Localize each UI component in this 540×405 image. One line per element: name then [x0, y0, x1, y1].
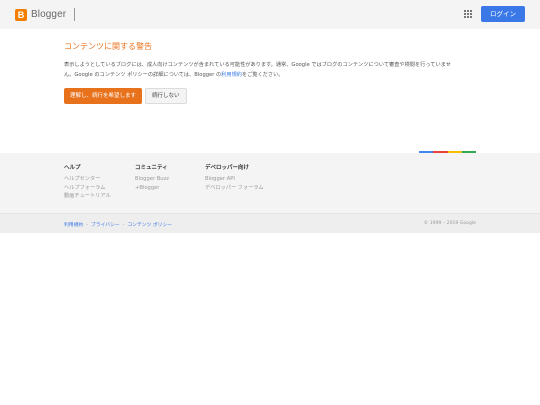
- footer-link-blogger-api[interactable]: Blogger API: [205, 175, 267, 184]
- footer-bottom-links: 利用規約 - プライバシー - コンテンツ ポリシー: [64, 223, 173, 228]
- blogger-logo[interactable]: B Blogger: [15, 8, 66, 21]
- footer-heading-community: コミュニティ: [135, 165, 168, 171]
- copyright: © 1999 – 2019 Google: [423, 221, 476, 226]
- footer-bottom-bar: 利用規約 - プライバシー - コンテンツ ポリシー © 1999 – 2019 Goo…: [0, 213, 540, 233]
- footer: ヘルプ ヘルプセンター ヘルプフォーラム 動画チュートリアル コミュニティ Bl…: [0, 153, 540, 233]
- top-header: B Blogger ログイン: [0, 0, 540, 29]
- footer-column-community: コミュニティ Blogger Buzz +Blogger: [135, 164, 197, 192]
- footer-link-privacy[interactable]: プライバシー: [91, 223, 120, 228]
- continue-button[interactable]: 理解し、続行を希望します: [64, 88, 143, 104]
- apps-grid-icon[interactable]: [464, 10, 472, 18]
- warning-actions: 理解し、続行を希望します 続行しない: [64, 88, 484, 104]
- footer-link-help-center[interactable]: ヘルプセンター: [64, 175, 126, 184]
- blogger-logo-icon: B: [15, 8, 27, 21]
- terms-link[interactable]: 利用規約: [221, 72, 242, 78]
- header-divider: [74, 8, 75, 21]
- footer-link-developer-forum[interactable]: デベロッパー フォーラム: [205, 184, 267, 193]
- warning-body-line2b: をご覧ください。: [241, 72, 284, 78]
- footer-heading-help: ヘルプ: [64, 165, 81, 171]
- warning-title: コンテンツに関する警告: [64, 42, 152, 51]
- footer-link-terms[interactable]: 利用規約: [64, 223, 83, 228]
- footer-link-content-policy[interactable]: コンテンツ ポリシー: [127, 223, 172, 228]
- content-warning: コンテンツに関する警告 表示しようとしているブログには、成人向けコンテンツが含ま…: [64, 41, 484, 104]
- footer-link-blogger-buzz[interactable]: Blogger Buzz: [135, 175, 197, 184]
- footer-link-help-forum[interactable]: ヘルプフォーラム: [64, 184, 126, 193]
- footer-link-plus-blogger[interactable]: +Blogger: [135, 184, 197, 193]
- blogger-logo-text: Blogger: [31, 9, 67, 20]
- warning-body-line1: 表示しようとしているブログには、成人向けコンテンツが含まれている可能性があります…: [64, 62, 451, 68]
- footer-column-help: ヘルプ ヘルプセンター ヘルプフォーラム 動画チュートリアル: [64, 164, 126, 201]
- login-button[interactable]: ログイン: [481, 6, 525, 22]
- warning-body: 表示しようとしているブログには、成人向けコンテンツが含まれている可能性があります…: [64, 60, 478, 80]
- warning-body-line2a: ん。Google のコンテンツ ポリシーの詳細については、Blogger の: [64, 72, 222, 78]
- footer-link-video-tutorials[interactable]: 動画チュートリアル: [64, 192, 126, 201]
- footer-column-developers: デベロッパー向け Blogger API デベロッパー フォーラム: [205, 164, 267, 192]
- cancel-button[interactable]: 続行しない: [145, 88, 187, 104]
- footer-heading-developers: デベロッパー向け: [205, 165, 250, 171]
